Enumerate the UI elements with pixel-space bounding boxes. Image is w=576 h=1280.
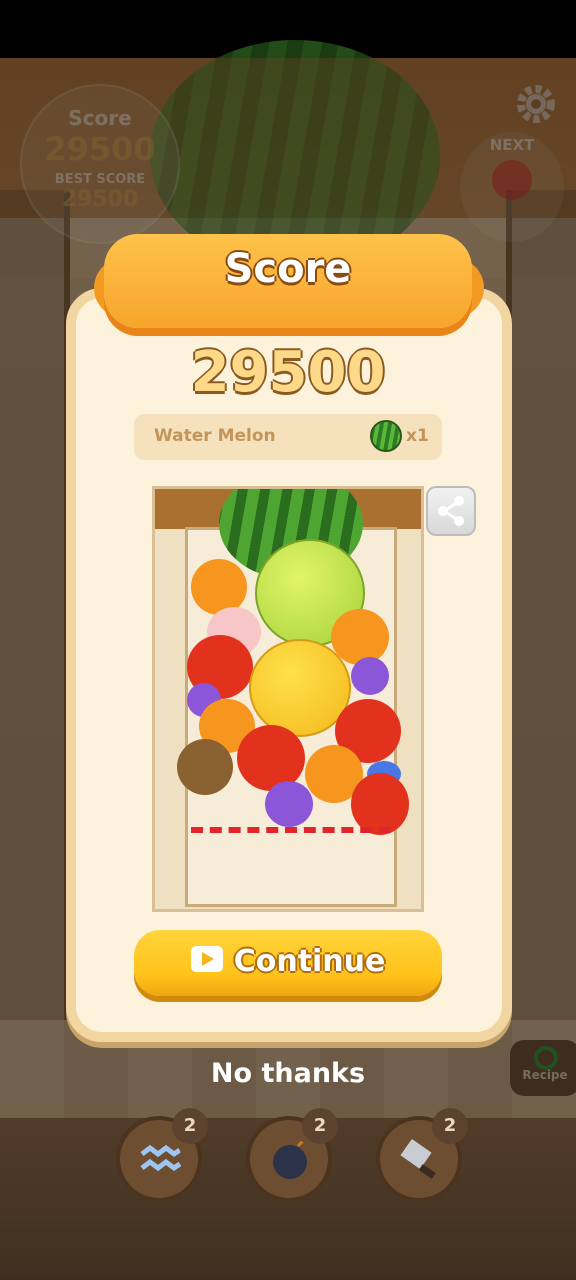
apple-fruit (351, 773, 409, 835)
share-button[interactable] (426, 486, 476, 536)
cleaver-icon (400, 1138, 436, 1180)
final-score: 29500 (190, 340, 386, 405)
dialog-title-ribbon: Score (104, 234, 472, 328)
coconut-fruit (177, 739, 233, 795)
bomb-tool-button[interactable]: 2 (246, 1108, 338, 1202)
shake-tool-count: 2 (172, 1108, 208, 1144)
biggest-fruit-name: Water Melon (154, 426, 276, 446)
biggest-fruit-row: Water Melon x1 (134, 414, 442, 460)
watermelon-icon (370, 420, 402, 452)
bomb-tool-count: 2 (302, 1108, 338, 1144)
video-play-icon (190, 945, 223, 972)
grape-fruit (351, 657, 389, 695)
grape-fruit (265, 781, 313, 827)
cleaver-tool-count: 2 (432, 1108, 468, 1144)
deadline-line (191, 827, 391, 833)
shake-tool-button[interactable]: 2 (116, 1108, 208, 1202)
game-snapshot (152, 486, 424, 912)
no-thanks-button[interactable]: No thanks (188, 1058, 388, 1089)
bomb-icon (273, 1138, 307, 1179)
dialog-title: Score (224, 246, 352, 292)
biggest-fruit-count: x1 (406, 426, 429, 446)
continue-button[interactable]: Continue (134, 930, 442, 996)
share-icon (438, 496, 464, 526)
continue-label: Continue (233, 944, 386, 979)
cleaver-tool-button[interactable]: 2 (376, 1108, 468, 1202)
wave-icon (140, 1144, 182, 1172)
